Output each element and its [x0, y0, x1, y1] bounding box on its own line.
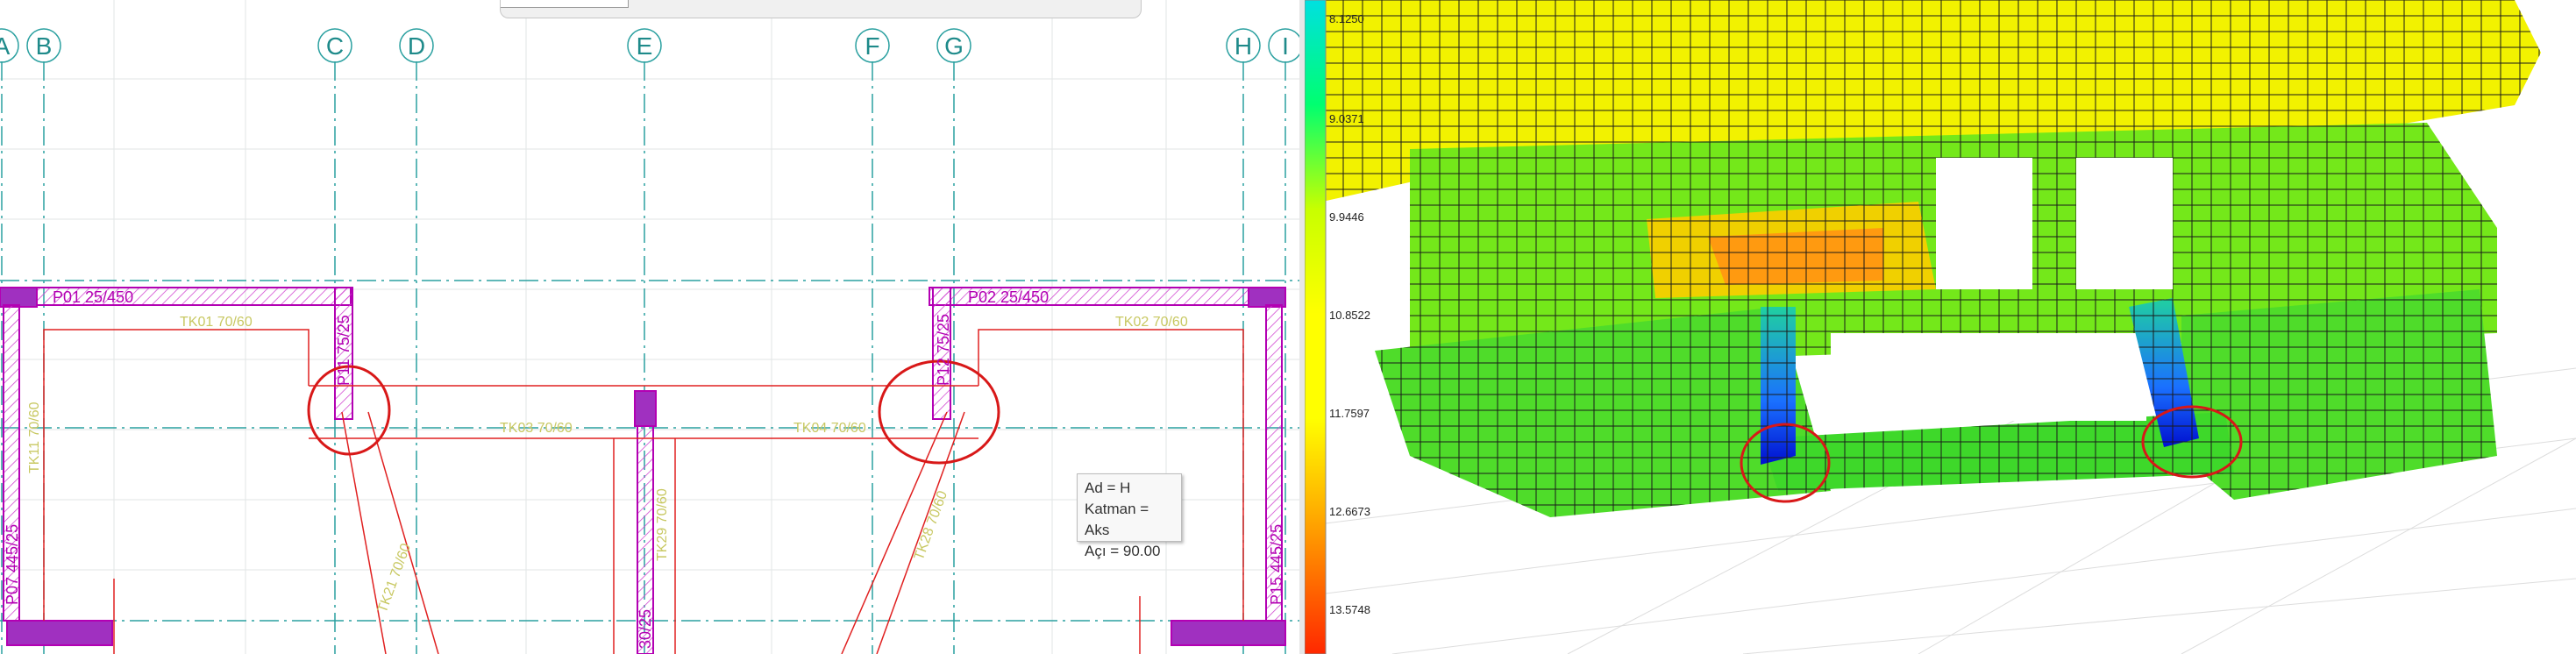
- walls: [0, 287, 1286, 654]
- axis-label-g: G: [944, 32, 964, 60]
- legend-value-4: 10.8522: [1329, 309, 1370, 322]
- label-tk11: TK11 70/60: [27, 402, 42, 473]
- label-col-bottom: 30/25: [637, 609, 654, 649]
- label-p07: P07 445/25: [4, 524, 21, 605]
- axis-label-d: D: [408, 32, 425, 60]
- dialog-panel[interactable]: [500, 0, 1142, 18]
- axis-label-b: B: [36, 32, 53, 60]
- label-tk29: TK29 70/60: [655, 488, 670, 561]
- label-p02: P02 25/450: [968, 288, 1049, 306]
- model-3d-view[interactable]: 8.1250 9.0371 9.9446 10.8522 11.7597 12.…: [1305, 0, 2576, 654]
- label-p12: P12 75/25: [935, 314, 952, 386]
- legend-value-5: 11.7597: [1329, 407, 1370, 420]
- label-tk21: TK21 70/60: [375, 542, 414, 615]
- axis-label-i: I: [1282, 32, 1289, 60]
- axis-label-a: A: [0, 32, 11, 60]
- legend-value-7: 13.5748: [1329, 603, 1370, 616]
- label-p01: P01 25/450: [53, 288, 133, 306]
- model-canvas[interactable]: [1305, 0, 2576, 654]
- plan-view[interactable]: A B C D E F G H I P01 25/450 P02 25/450 …: [0, 0, 1299, 654]
- legend-value-1: 8.1250: [1329, 12, 1364, 25]
- label-tk02: TK02 70/60: [1115, 315, 1188, 330]
- dialog-input[interactable]: [501, 0, 629, 8]
- legend-value-2: 9.0371: [1329, 112, 1364, 125]
- axis-label-h: H: [1235, 32, 1252, 60]
- label-p11: P11 75/25: [335, 315, 352, 386]
- info-name: Ad = H: [1085, 480, 1131, 496]
- label-p15: P15 445/25: [1268, 524, 1285, 605]
- legend-value-3: 9.9446: [1329, 210, 1364, 224]
- axis-label-e: E: [637, 32, 653, 60]
- label-tk01: TK01 70/60: [180, 315, 253, 330]
- axis-bubbles: A B C D E F G H I: [0, 28, 1299, 63]
- axis-label-c: C: [326, 32, 344, 60]
- label-tk04: TK04 70/60: [793, 421, 866, 436]
- info-layer: Katman = Aks: [1085, 501, 1149, 538]
- legend-value-6: 12.6673: [1329, 505, 1370, 518]
- color-legend: [1305, 0, 1327, 654]
- axis-label-f: F: [865, 32, 879, 60]
- info-tooltip: Ad = H Katman = Aks Açı = 90.00: [1077, 473, 1182, 559]
- info-angle: Açı = 90.00: [1085, 543, 1161, 559]
- label-tk03: TK03 70/60: [500, 421, 573, 436]
